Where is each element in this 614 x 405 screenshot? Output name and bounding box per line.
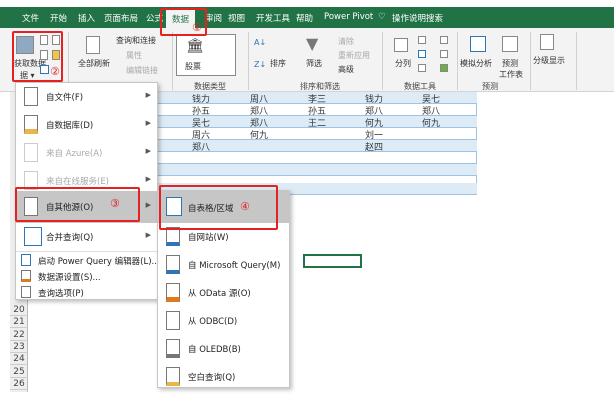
- table-cell[interactable]: 郑八: [192, 140, 210, 153]
- row-header[interactable]: 23: [10, 341, 28, 354]
- refresh-all-button[interactable]: 全部刷新: [78, 58, 110, 69]
- row-header[interactable]: 24: [10, 353, 28, 366]
- combine-icon: [24, 227, 42, 246]
- forecast-sheet-icon: [502, 36, 518, 52]
- blank-query-icon: [166, 367, 180, 386]
- sort-button[interactable]: 排序: [270, 58, 286, 69]
- bank-icon: 🏛: [186, 38, 204, 54]
- odbc-icon: [166, 311, 180, 330]
- relationships-icon[interactable]: [440, 50, 448, 58]
- edit-links-button[interactable]: 编辑链接: [126, 65, 158, 76]
- tab-file[interactable]: 文件: [22, 12, 39, 24]
- what-if-icon: [470, 36, 486, 52]
- tab-view[interactable]: 视图: [228, 12, 245, 24]
- menu-combine-queries[interactable]: 合并查询(Q) ▶: [16, 223, 157, 251]
- text-to-columns-icon: [394, 38, 408, 52]
- tab-power-pivot[interactable]: Power Pivot: [324, 12, 373, 22]
- table-cell[interactable]: 王二: [308, 116, 326, 129]
- menu-from-file[interactable]: 自文件(F) ▶: [16, 83, 157, 111]
- properties-button[interactable]: 属性: [126, 50, 142, 61]
- clear-button[interactable]: 清除: [338, 36, 354, 47]
- table-row: [158, 164, 477, 176]
- oledb-icon: [166, 339, 180, 358]
- tab-help[interactable]: 帮助: [296, 12, 313, 24]
- table-cell[interactable]: 何九: [422, 116, 440, 129]
- row-header[interactable]: 20: [10, 304, 28, 317]
- tell-me-search[interactable]: 操作说明搜索: [392, 12, 443, 24]
- row-header[interactable]: 22: [10, 329, 28, 342]
- submenu-from-odata[interactable]: 从 OData 源(O): [158, 279, 289, 307]
- settings-icon: [21, 270, 31, 282]
- queries-connections-button[interactable]: 查询和连接: [116, 35, 156, 46]
- annotation-box-3: [15, 187, 140, 222]
- group-label-data-types: 数据类型: [194, 82, 226, 91]
- refresh-all-icon: [86, 36, 100, 54]
- sort-asc-button[interactable]: A↓: [254, 38, 266, 47]
- menu-launch-power-query[interactable]: 启动 Power Query 编辑器(L)...: [16, 251, 160, 268]
- group-label-forecast: 预测: [482, 82, 498, 91]
- reapply-button[interactable]: 重新应用: [338, 50, 370, 61]
- annotation-box-4: [159, 185, 278, 230]
- odata-icon: [166, 283, 180, 302]
- table-row: [158, 152, 477, 164]
- azure-icon: [24, 143, 38, 162]
- selected-cell[interactable]: [303, 254, 362, 268]
- annotation-1: ①: [192, 21, 202, 34]
- lightbulb-icon: ♡: [378, 12, 386, 22]
- menu-data-source-settings[interactable]: 数据源设置(S)...: [16, 268, 157, 285]
- consolidate-icon[interactable]: [440, 36, 448, 44]
- tab-review[interactable]: 审阅: [205, 12, 222, 24]
- menu-query-options[interactable]: 查询选项(P): [16, 284, 157, 301]
- tab-page-layout[interactable]: 页面布局: [104, 12, 138, 24]
- group-label-data-tools: 数据工具: [404, 82, 436, 91]
- file-icon: [24, 87, 38, 106]
- forecast-sheet-button[interactable]: 预测: [502, 58, 518, 69]
- text-to-columns-button[interactable]: 分列: [395, 58, 411, 69]
- outline-button[interactable]: 分级显示: [533, 55, 565, 66]
- annotation-4: ④: [240, 200, 250, 213]
- filter-funnel-icon: ▼: [306, 34, 319, 53]
- annotation-2: ②: [50, 65, 60, 78]
- submenu-blank-query[interactable]: 空白查询(Q): [158, 363, 289, 391]
- row-header[interactable]: 26: [10, 378, 28, 391]
- row-header[interactable]: 25: [10, 366, 28, 379]
- ribbon-tab-bar: 文件 开始 插入 页面布局 公式 数据 审阅 视图 开发工具 帮助 Power …: [0, 7, 614, 28]
- flash-fill-icon[interactable]: [418, 36, 426, 44]
- advanced-button[interactable]: 高级: [338, 64, 354, 75]
- ms-query-icon: [166, 255, 180, 274]
- what-if-button[interactable]: 模拟分析: [460, 58, 492, 69]
- submenu-from-oledb[interactable]: 自 OLEDB(B): [158, 335, 289, 363]
- sort-desc-button[interactable]: Z↓: [254, 60, 266, 69]
- row-header[interactable]: 21: [10, 316, 28, 329]
- pq-editor-icon: [21, 254, 31, 266]
- tab-home[interactable]: 开始: [50, 12, 67, 24]
- table-cell[interactable]: 何九: [250, 128, 268, 141]
- remove-duplicates-icon[interactable]: [418, 50, 426, 58]
- table-cell[interactable]: 赵四: [365, 140, 383, 153]
- submenu-from-odbc[interactable]: 从 ODBC(D): [158, 307, 289, 335]
- menu-from-database[interactable]: 自数据库(D) ▶: [16, 111, 157, 139]
- outline-icon: [540, 34, 554, 50]
- stocks-button[interactable]: 股票: [185, 61, 201, 72]
- forecast-sheet-label2: 工作表: [499, 70, 523, 79]
- data-validation-icon[interactable]: [418, 64, 426, 72]
- submenu-from-microsoft-query[interactable]: 自 Microsoft Query(M): [158, 251, 289, 279]
- tab-developer[interactable]: 开发工具: [256, 12, 290, 24]
- menu-from-azure[interactable]: 来自 Azure(A) ▶: [16, 139, 157, 167]
- options-icon: [21, 286, 31, 298]
- group-label-sort-filter: 排序和筛选: [300, 82, 340, 91]
- annotation-3: ③: [110, 197, 120, 210]
- tab-insert[interactable]: 插入: [78, 12, 95, 24]
- database-icon: [24, 115, 38, 134]
- manage-data-model-icon[interactable]: [440, 64, 448, 72]
- filter-button[interactable]: 筛选: [306, 58, 322, 69]
